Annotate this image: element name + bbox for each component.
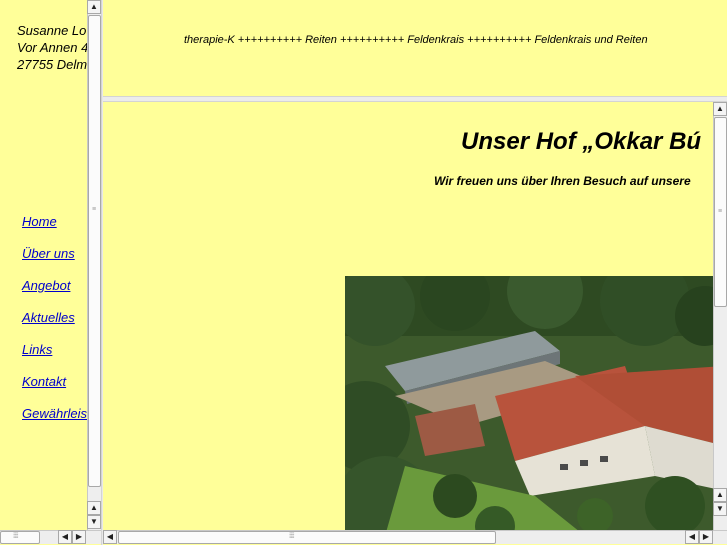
scroll-up-arrow-icon[interactable]: ▲ [713, 488, 727, 502]
address-city: 27755 Delm [17, 57, 87, 72]
left-frame-content: Susanne Lo Vor Annen 4 27755 Delm Home Ü… [0, 0, 87, 530]
header-tagline: therapie-K ++++++++++ Reiten ++++++++++ … [184, 34, 648, 46]
main-vertical-scroll-thumb[interactable]: ≡ [714, 117, 727, 307]
scroll-left-arrow-icon[interactable]: ◀ [685, 530, 699, 544]
scroll-right-arrow-icon[interactable]: ▶ [699, 530, 713, 544]
main-horizontal-scrollbar[interactable]: ◀ ⁞⁞⁞⁞⁞ ◀ ▶ [103, 530, 727, 544]
left-horizontal-scrollbar[interactable]: ⁞⁞⁞⁞⁞ ◀ ▶ [0, 530, 101, 544]
nav-link-contact[interactable]: Kontakt [22, 373, 87, 405]
scroll-grip-icon: ≡ [718, 208, 722, 215]
address-street: Vor Annen 4 [17, 40, 87, 55]
nav-link-about[interactable]: Über uns [22, 245, 87, 277]
scroll-grip-icon: ⁞⁞⁞⁞⁞ [289, 533, 295, 540]
nav-link-links[interactable]: Links [22, 341, 87, 373]
nav-link-offer[interactable]: Angebot [22, 277, 87, 309]
nav-link-news[interactable]: Aktuelles [22, 309, 87, 341]
top-frame: therapie-K ++++++++++ Reiten ++++++++++ … [103, 0, 727, 96]
scroll-left-arrow-icon[interactable]: ◀ [58, 530, 72, 544]
scroll-grip-icon: ≡ [92, 206, 96, 213]
scroll-grip-icon: ⁞⁞⁞⁞⁞ [13, 533, 19, 540]
main-frame: Unser Hof „Okkar Bú Wir freuen uns über … [103, 102, 713, 530]
scroll-up-arrow-icon[interactable]: ▲ [713, 102, 727, 116]
nav-link-home[interactable]: Home [22, 213, 87, 245]
main-vertical-scrollbar[interactable]: ▲ ≡ ▲ ▼ [713, 102, 727, 530]
scroll-left-arrow-icon[interactable]: ◀ [103, 530, 117, 544]
page-title: Unser Hof „Okkar Bú [461, 128, 702, 155]
page-subtitle: Wir freuen uns über Ihren Besuch auf uns… [434, 174, 691, 188]
left-vertical-scrollbar[interactable]: ▲ ≡ ▲ ▼ [87, 0, 101, 530]
farm-aerial-photo [345, 276, 713, 530]
side-navigation: Home Über uns Angebot Aktuelles Links Ko… [22, 213, 87, 437]
scroll-down-arrow-icon[interactable]: ▲ [87, 501, 101, 515]
address-name: Susanne Lo [17, 23, 87, 38]
address-block: Susanne Lo Vor Annen 4 27755 Delm [17, 22, 87, 73]
left-horizontal-scroll-thumb[interactable]: ⁞⁞⁞⁞⁞ [0, 531, 40, 544]
scroll-down-arrow-icon[interactable]: ▼ [87, 515, 101, 529]
left-vertical-scroll-thumb[interactable]: ≡ [88, 15, 101, 487]
nav-link-warranty[interactable]: Gewährleis [22, 405, 87, 437]
scroll-right-arrow-icon[interactable]: ▶ [72, 530, 86, 544]
main-horizontal-scroll-thumb[interactable]: ⁞⁞⁞⁞⁞ [118, 531, 496, 544]
scroll-up-arrow-icon[interactable]: ▲ [87, 0, 101, 14]
scroll-down-arrow-icon[interactable]: ▼ [713, 502, 727, 516]
left-frame: Susanne Lo Vor Annen 4 27755 Delm Home Ü… [0, 0, 101, 545]
